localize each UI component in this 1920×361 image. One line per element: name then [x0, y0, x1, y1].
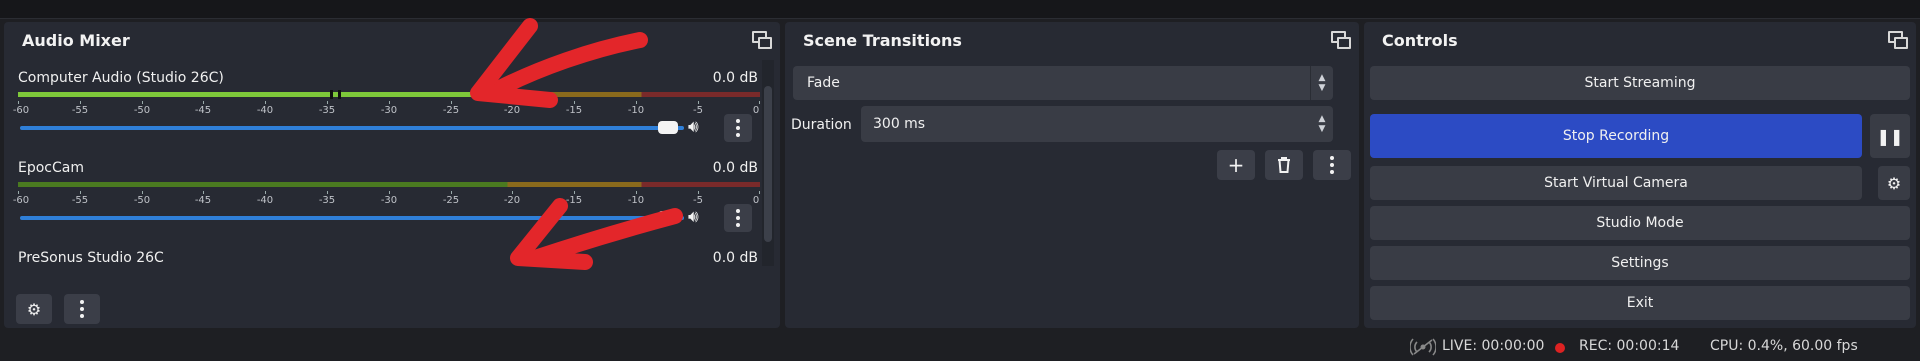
channel-name: PreSonus Studio 26C: [18, 250, 164, 266]
recording-dot-icon: [1555, 343, 1565, 353]
mixer-scrollbar[interactable]: [762, 60, 774, 266]
scene-transitions-header: Scene Transitions: [785, 22, 1359, 58]
duration-spinbox[interactable]: 300 ms ▲ ▼: [861, 106, 1333, 142]
rec-timer: REC: 00:00:14: [1579, 338, 1680, 354]
settings-button[interactable]: Settings: [1370, 246, 1910, 280]
stop-recording-button[interactable]: Stop Recording: [1370, 114, 1862, 158]
undock-icon[interactable]: [1331, 31, 1351, 49]
annotation-arrow-top: [470, 18, 648, 108]
controls-title: Controls: [1382, 30, 1458, 50]
controls-dock: Controls Start Streaming Stop Recording …: [1364, 22, 1916, 328]
channel-menu-button[interactable]: [724, 204, 752, 232]
transition-select-value: Fade: [807, 75, 840, 91]
status-bar: LIVE: 00:00:00 REC: 00:00:14 CPU: 0.4%, …: [0, 330, 1920, 361]
exit-button[interactable]: Exit: [1370, 286, 1910, 320]
speaker-icon[interactable]: 🔊︎: [688, 116, 712, 138]
broadcast-icon: [1410, 338, 1436, 356]
virtual-camera-settings-button[interactable]: ⚙: [1878, 166, 1910, 200]
volume-slider-handle[interactable]: [658, 121, 678, 134]
studio-mode-button[interactable]: Studio Mode: [1370, 206, 1910, 240]
annotation-arrow-bottom: [510, 198, 683, 270]
undock-icon[interactable]: [1888, 31, 1908, 49]
gears-icon: ⚙: [26, 299, 42, 319]
channel-menu-button[interactable]: [724, 114, 752, 142]
cpu-fps: CPU: 0.4%, 60.00 fps: [1710, 338, 1858, 354]
channel-name: Computer Audio (Studio 26C): [18, 70, 224, 86]
plus-icon: +: [1227, 153, 1245, 177]
controls-header: Controls: [1364, 22, 1916, 58]
start-streaming-button[interactable]: Start Streaming: [1370, 66, 1910, 100]
pause-icon: ❚❚: [1876, 126, 1904, 146]
advanced-audio-properties-button[interactable]: ⚙: [16, 294, 52, 324]
live-timer: LIVE: 00:00:00: [1442, 338, 1545, 354]
audio-mixer-header: Audio Mixer: [4, 22, 780, 58]
scene-transitions-title: Scene Transitions: [803, 30, 962, 50]
select-arrows-icon: ▲ ▼: [1310, 66, 1333, 100]
duration-label: Duration: [791, 117, 852, 133]
undock-icon[interactable]: [752, 31, 772, 49]
top-strip: [0, 0, 1920, 19]
channel-db: 0.0 dB: [712, 250, 758, 266]
volume-meter: [18, 180, 760, 190]
volume-slider[interactable]: [20, 126, 684, 130]
gear-icon: ⚙: [1886, 173, 1902, 193]
duration-value: 300 ms: [873, 116, 926, 132]
mixer-scrollbar-thumb[interactable]: [764, 86, 772, 242]
transition-properties-button[interactable]: [1313, 150, 1351, 180]
audio-mixer-dock: Audio Mixer Computer Audio (Studio 26C) …: [4, 22, 780, 328]
mixer-channel-computer-audio: Computer Audio (Studio 26C) 0.0 dB -60 -…: [12, 70, 764, 150]
channel-db: 0.0 dB: [712, 70, 758, 86]
transition-select[interactable]: Fade ▲ ▼: [793, 66, 1333, 100]
add-transition-button[interactable]: +: [1217, 150, 1255, 180]
channel-db: 0.0 dB: [712, 160, 758, 176]
scene-transitions-dock: Scene Transitions Fade ▲ ▼ Duration 300 m…: [785, 22, 1359, 328]
spin-arrows-icon[interactable]: ▲ ▼: [1311, 106, 1333, 142]
pause-recording-button[interactable]: ❚❚: [1870, 114, 1910, 158]
audio-mixer-title: Audio Mixer: [22, 30, 130, 50]
trash-icon: [1278, 157, 1290, 173]
mixer-menu-button[interactable]: [64, 294, 100, 324]
speaker-icon[interactable]: 🔊︎: [688, 206, 712, 228]
start-virtual-camera-button[interactable]: Start Virtual Camera: [1370, 166, 1862, 200]
channel-name: EpocCam: [18, 160, 84, 176]
remove-transition-button[interactable]: [1265, 150, 1303, 180]
